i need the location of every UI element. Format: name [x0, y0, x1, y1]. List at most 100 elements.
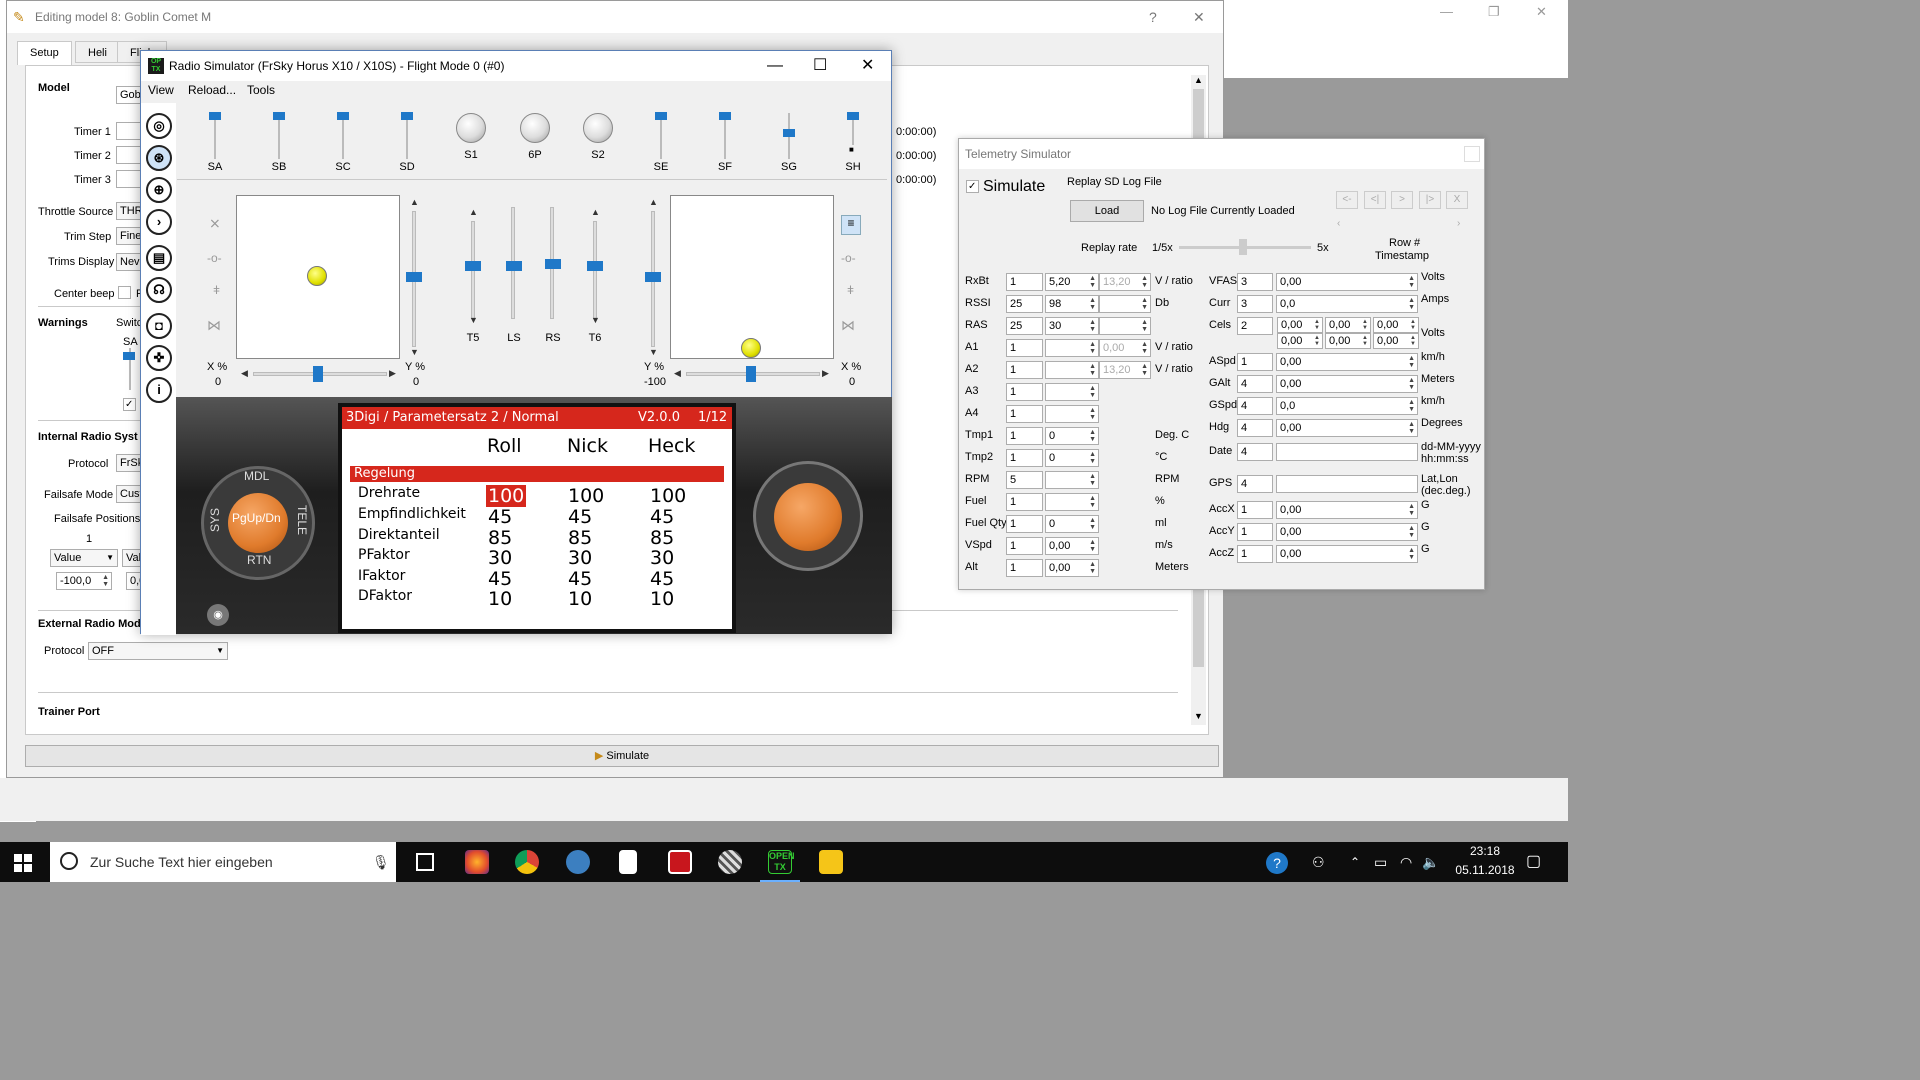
help-icon[interactable]: ?: [1149, 1, 1157, 33]
close-icon[interactable]: [1464, 146, 1480, 162]
sensor-id-field[interactable]: 1: [1006, 493, 1043, 511]
menu-tools[interactable]: Tools: [247, 83, 275, 97]
clock-date[interactable]: 05.11.2018: [1450, 863, 1520, 877]
camera-icon[interactable]: ◉: [207, 604, 229, 626]
cell-voltage-field[interactable]: 0,00 ▲ ▼: [1277, 333, 1323, 349]
sa-warning-slider[interactable]: [123, 352, 135, 360]
right-stick-area[interactable]: [670, 195, 834, 359]
sensor-id-field[interactable]: 1: [1006, 405, 1043, 423]
chrome-icon[interactable]: [515, 850, 539, 874]
rs-slider[interactable]: [545, 259, 561, 269]
sensor-value-field[interactable]: 0,0 ▲ ▼: [1276, 397, 1418, 415]
spinner-arrows-icon[interactable]: ▲ ▼: [1408, 377, 1415, 391]
spinner-arrows-icon[interactable]: ▲ ▼: [1408, 297, 1415, 311]
fix-y-icon[interactable]: ǂ: [213, 283, 220, 297]
sensor-id-field[interactable]: 1: [1006, 537, 1043, 555]
spinner-arrows-icon[interactable]: ▲ ▼: [1089, 473, 1096, 487]
sh-switch[interactable]: [847, 112, 859, 120]
enter-button[interactable]: [774, 483, 842, 551]
menu-view[interactable]: View: [148, 83, 174, 97]
sensor-value-field[interactable]: 0,00 ▲ ▼: [1276, 375, 1418, 393]
spinner-arrows-icon[interactable]: ▲ ▼: [1408, 355, 1415, 369]
volume-icon[interactable]: 🔈: [1422, 842, 1439, 882]
sensor-ratio-field[interactable]: ▲ ▼: [1099, 317, 1151, 335]
taskbar-search-box[interactable]: Zur Suche Text hier eingeben 🎙: [50, 842, 396, 882]
t6-slider[interactable]: [587, 261, 603, 271]
tele-button[interactable]: TELE: [295, 505, 309, 535]
mixer-view-icon[interactable]: ⊕: [146, 177, 172, 203]
sensor-value-field[interactable]: [1276, 475, 1418, 493]
spinner-arrows-icon[interactable]: ▲ ▼: [1141, 297, 1148, 311]
spinner-arrows-icon[interactable]: ▲ ▼: [1408, 275, 1415, 289]
spinner-arrows-icon[interactable]: ▲ ▼: [1089, 451, 1096, 465]
sensor-value-field[interactable]: ▲ ▼: [1045, 471, 1099, 489]
fix-x-icon[interactable]: -o-: [207, 251, 222, 265]
spinner-arrows-icon[interactable]: ▲ ▼: [1089, 297, 1096, 311]
sensor-id-field[interactable]: 1: [1006, 383, 1043, 401]
chevron-down-icon[interactable]: ▼: [410, 347, 419, 357]
chevron-up-icon[interactable]: ▲: [591, 207, 600, 217]
spinner-arrows-icon[interactable]: ▲ ▼: [1141, 319, 1148, 333]
close-icon[interactable]: ✕: [1193, 1, 1205, 33]
filezilla-icon[interactable]: [668, 850, 692, 874]
chevron-down-icon[interactable]: ▼: [1191, 711, 1206, 721]
radio-view-icon[interactable]: ◎: [146, 113, 172, 139]
spinner-arrows-icon[interactable]: ▲ ▼: [1408, 399, 1415, 413]
people-icon[interactable]: ⚇: [1312, 842, 1325, 882]
tab-heli[interactable]: Heli: [75, 41, 120, 63]
hold-y-icon[interactable]: ⋈: [841, 317, 855, 334]
chevron-left-icon[interactable]: ‹: [1337, 218, 1340, 229]
se-switch[interactable]: [655, 112, 667, 120]
sensor-id-field[interactable]: 1: [1237, 501, 1273, 519]
spinner-arrows-icon[interactable]: ▲ ▼: [1408, 503, 1415, 517]
spinner-arrows-icon[interactable]: ▲ ▼: [1141, 341, 1148, 355]
chevron-up-icon[interactable]: ▲: [1191, 75, 1206, 85]
sa-warning-checkbox[interactable]: ✓: [123, 398, 136, 411]
ls-slider[interactable]: [506, 261, 522, 271]
spinner-arrows-icon[interactable]: ▲ ▼: [1362, 335, 1368, 347]
center-beep-checkbox[interactable]: [118, 286, 131, 299]
telemetry-icon[interactable]: ☊: [146, 277, 172, 303]
step-forward-button[interactable]: |>: [1419, 191, 1441, 209]
screenshot-icon[interactable]: ◘: [146, 313, 172, 339]
debug-console-icon[interactable]: ›: [146, 209, 172, 235]
right-stick-ball[interactable]: [741, 338, 761, 358]
info-icon[interactable]: i: [146, 377, 172, 403]
sensor-value-field[interactable]: ▲ ▼: [1045, 339, 1099, 357]
right-htrim-slider[interactable]: [746, 366, 756, 382]
spinner-arrows-icon[interactable]: ▲ ▼: [1141, 363, 1148, 377]
simulate-button[interactable]: ▶ Simulate: [25, 745, 1219, 767]
help-tray-icon[interactable]: ?: [1266, 852, 1288, 874]
windows-start-icon[interactable]: [14, 854, 32, 872]
sensor-ratio-field[interactable]: ▲ ▼: [1099, 295, 1151, 313]
sensor-ratio-field[interactable]: 0,00 ▲ ▼: [1099, 339, 1151, 357]
cell-voltage-field[interactable]: 0,00 ▲ ▼: [1277, 317, 1323, 333]
spinner-arrows-icon[interactable]: ▲ ▼: [1314, 319, 1320, 331]
failsafe-value-field[interactable]: -100,0 ▲ ▼: [56, 572, 112, 590]
sensor-value-field[interactable]: 0 ▲ ▼: [1045, 515, 1099, 533]
menu-reload[interactable]: Reload...: [188, 83, 236, 97]
sensor-value-field[interactable]: ▲ ▼: [1045, 405, 1099, 423]
6p-knob[interactable]: [520, 113, 550, 143]
sensor-id-field[interactable]: 1: [1237, 545, 1273, 563]
spinner-arrows-icon[interactable]: ▲ ▼: [102, 574, 109, 588]
sensor-value-field[interactable]: 0,00 ▲ ▼: [1276, 419, 1418, 437]
microphone-icon[interactable]: 🎙: [372, 842, 390, 882]
spinner-arrows-icon[interactable]: ▲ ▼: [1089, 407, 1096, 421]
bg-close-icon[interactable]: ✕: [1536, 4, 1547, 20]
thunderbird-icon[interactable]: [566, 850, 590, 874]
spinner-arrows-icon[interactable]: ▲ ▼: [1089, 561, 1096, 575]
sensor-value-field[interactable]: ▲ ▼: [1045, 493, 1099, 511]
rtn-button[interactable]: RTN: [247, 553, 271, 567]
spinner-arrows-icon[interactable]: ▲ ▼: [1408, 525, 1415, 539]
sensor-id-field[interactable]: 2: [1237, 317, 1273, 335]
bg-restore-icon[interactable]: ❐: [1488, 4, 1500, 20]
cell-voltage-field[interactable]: 0,00 ▲ ▼: [1325, 333, 1371, 349]
sensor-id-field[interactable]: 1: [1006, 339, 1043, 357]
sys-button[interactable]: SYS: [208, 508, 222, 532]
sensor-value-field[interactable]: 0,0 ▲ ▼: [1276, 295, 1418, 313]
cell-voltage-field[interactable]: 0,00 ▲ ▼: [1373, 333, 1419, 349]
mdl-button[interactable]: MDL: [244, 469, 269, 483]
sensor-value-field[interactable]: 30 ▲ ▼: [1045, 317, 1099, 335]
sensor-value-field[interactable]: 0,00 ▲ ▼: [1276, 501, 1418, 519]
